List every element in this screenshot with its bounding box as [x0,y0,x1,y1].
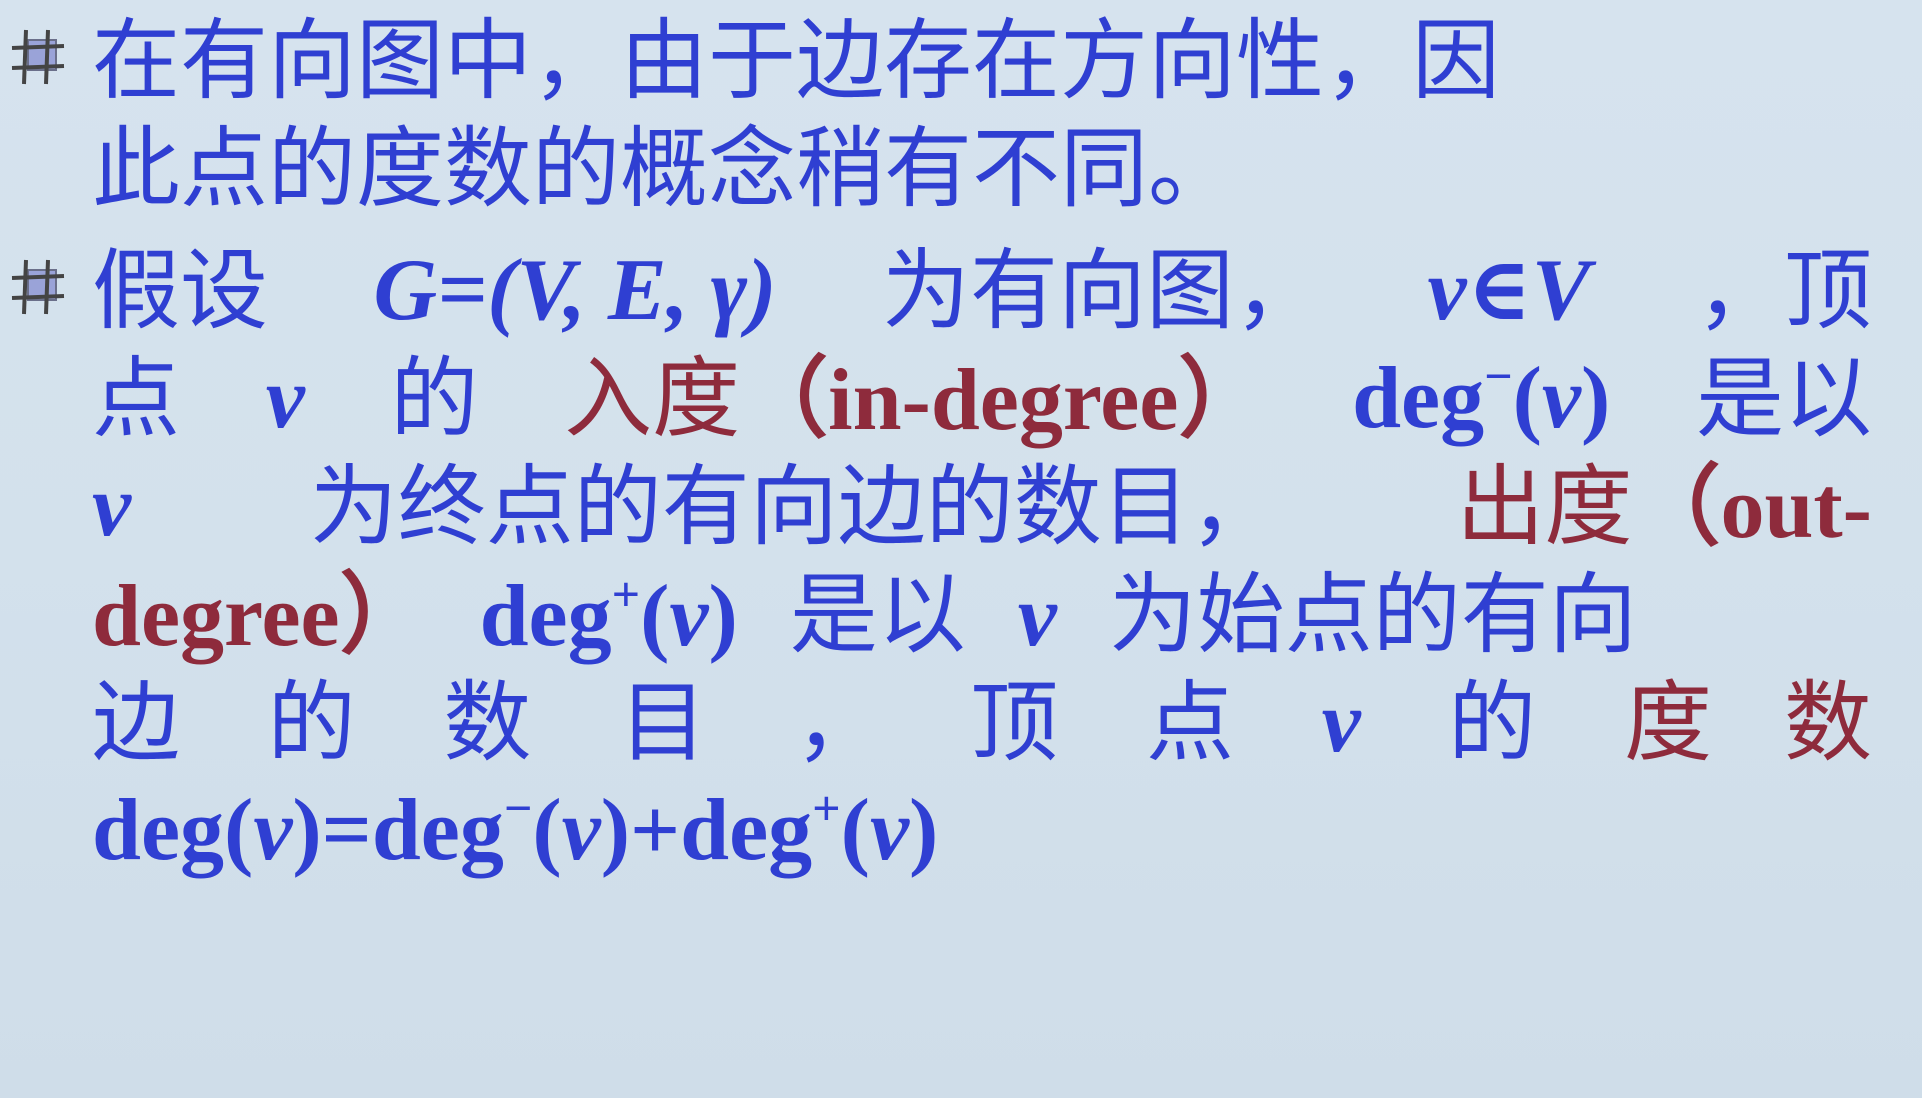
text-segment: 为始点的有向 [1108,563,1637,666]
slide: 在有向图中，由于边存在方向性，因 此点的度数的概念稍有不同。 假设 G=(V, … [0,0,1922,1098]
text-token: 顶 [970,671,1059,774]
in-degree-formula: deg−(v) [1352,348,1611,447]
text-token: 数 [443,671,532,774]
vertex-symbol: v [1321,674,1361,771]
hash-square-bullet-icon [11,29,65,85]
text-token: 的 [267,671,356,774]
vertex-symbol: v [265,350,305,447]
text-segment: 的 [390,347,479,450]
para1-line1: 在有向图中，由于边存在方向性，因 [92,9,1501,112]
text-segment: 是以 [789,563,966,666]
degree-term: 度数 [1623,671,1872,774]
degree-sum-formula: deg(v)=deg−(v)+deg+(v) [92,780,939,879]
text-segment: 是以 [1695,347,1872,450]
graph-definition: G=(V, E, γ) [373,242,777,339]
para2-line3: v 为终点的有向边的数目， 出度（out- [92,452,1872,562]
text-token: 的 [1448,671,1537,774]
in-degree-term: 入度（in-degree） [564,347,1267,450]
text-token: 点 [1145,671,1234,774]
text-segment: 为有向图， [882,239,1323,342]
vertex-symbol: v [92,458,132,555]
vertex-membership: v∈V [1427,242,1591,339]
text-segment: 点 [92,347,181,450]
vertex-symbol: v [1017,568,1057,665]
out-degree-term: 出度（out- [1456,455,1872,558]
text-segment: ，顶 [1695,239,1872,342]
text-segment: 为终点的有向边的数目， [309,455,1278,558]
para2-line2: 点 v 的 入度（in-degree） deg−(v) 是以 [92,344,1872,454]
text-token: ， [794,671,883,774]
para2-line1: 假设 G=(V, E, γ) 为有向图， v∈V ，顶 [92,236,1872,346]
para1-line2: 此点的度数的概念稍有不同。 [92,117,1237,220]
text-segment: 假设 [92,239,269,342]
hash-square-bullet-icon [11,259,65,315]
out-degree-term-cont: degree） [92,568,428,665]
text-token: 边 [92,671,181,774]
out-degree-formula: deg+(v) [479,566,738,665]
text-token: 目 [618,671,707,774]
para2-line5: 边 的 数 目 ， 顶 点 v 的 度数 [92,668,1872,778]
para2-line4: degree） deg+(v) 是以 v 为始点的有向 [92,560,1637,670]
